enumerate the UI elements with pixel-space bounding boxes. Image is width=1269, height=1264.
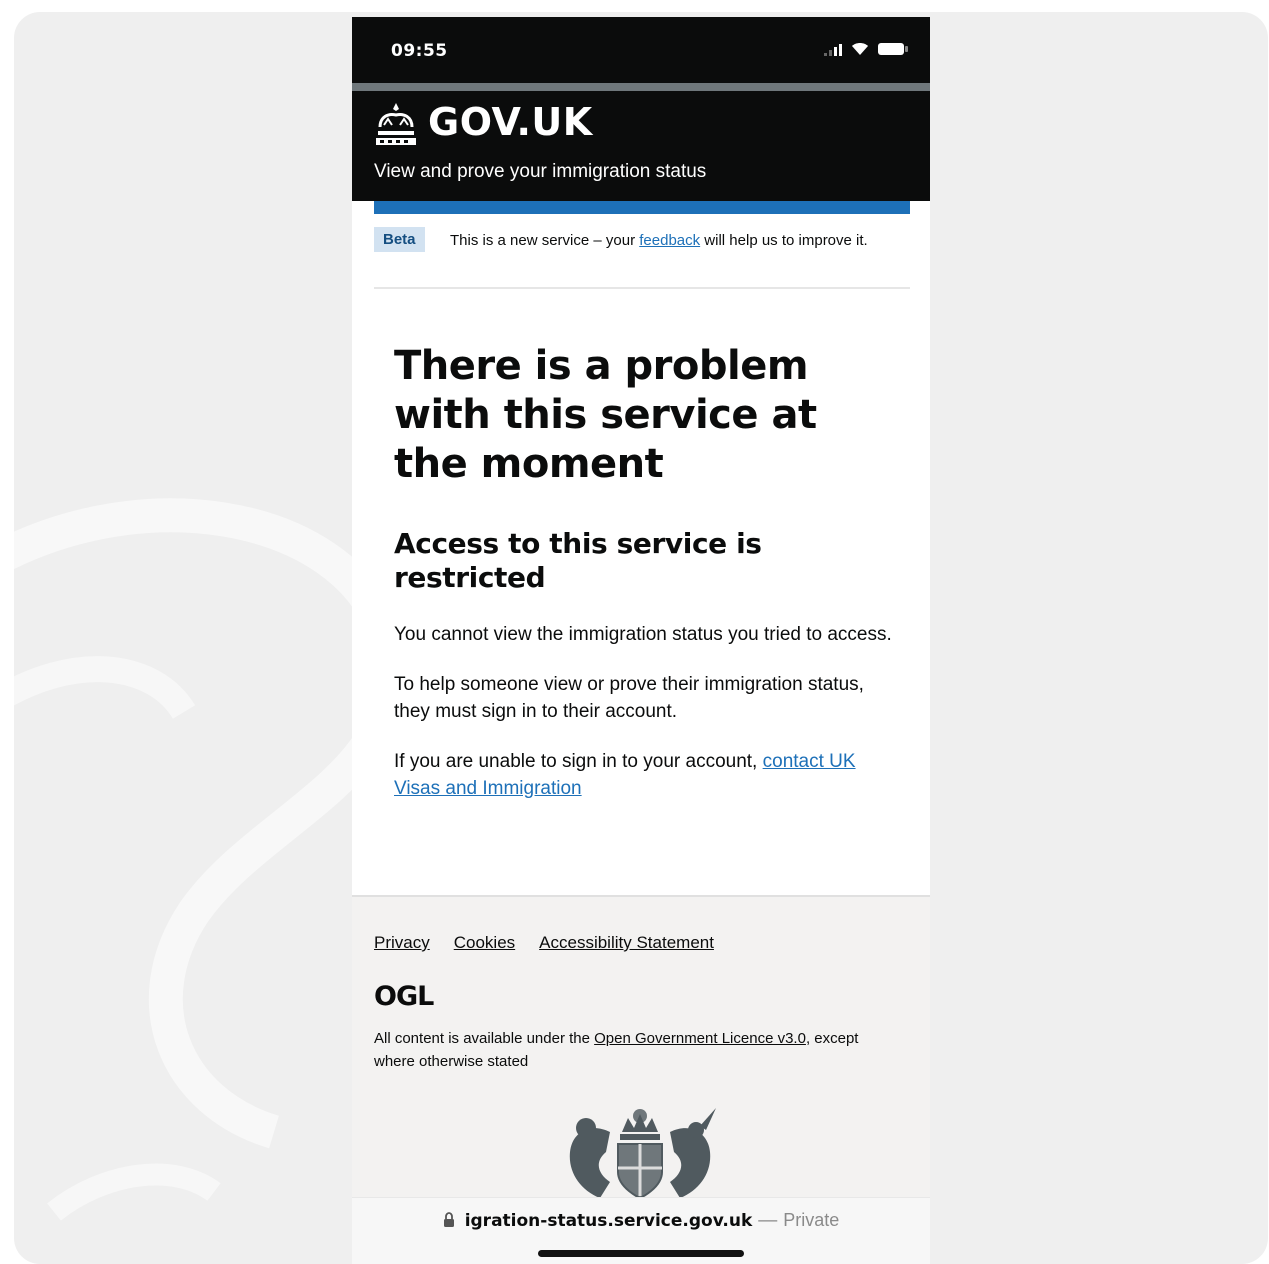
open-government-licence-link[interactable]: Open Government Licence v3.0	[594, 1030, 806, 1047]
header-top-border	[352, 83, 930, 91]
browser-url-bar[interactable]: igration-status.service.gov.uk — Private	[352, 1197, 930, 1264]
url-row: igration-status.service.gov.uk — Private	[352, 1210, 930, 1232]
beta-text-before: This is a new service – your	[450, 232, 640, 249]
home-indicator[interactable]	[538, 1250, 744, 1257]
ogl-logo: OGL	[374, 981, 434, 1012]
url-text: igration-status.service.gov.uk	[464, 1211, 753, 1231]
footer-link-privacy[interactable]: Privacy	[374, 933, 430, 953]
status-icons	[824, 42, 908, 56]
footer-links: Privacy Cookies Accessibility Statement	[374, 933, 714, 953]
page-title: There is a problem with this service at …	[394, 343, 817, 487]
body-paragraph-2: To help someone view or prove their immi…	[394, 674, 864, 722]
header-blue-underline	[374, 201, 910, 214]
footer-link-accessibility[interactable]: Accessibility Statement	[539, 933, 714, 953]
govuk-header: GOV.UK View and prove your immigration s…	[352, 91, 930, 201]
beta-banner-text: This is a new service – your feedback wi…	[450, 230, 900, 252]
status-bar: 09:55	[352, 17, 930, 83]
lock-icon	[443, 1212, 454, 1227]
royal-coat-of-arms-icon	[569, 1108, 716, 1200]
battery-icon	[878, 43, 908, 55]
signal-icon	[824, 44, 842, 56]
licence-text-before: All content is available under the	[374, 1030, 595, 1047]
body-paragraph-1: You cannot view the immigration status y…	[394, 624, 892, 645]
govuk-logo-link[interactable]: GOV.UK	[428, 100, 593, 144]
wifi-icon	[852, 43, 868, 55]
feedback-link[interactable]: feedback	[639, 232, 700, 249]
mobile-screen: 09:55 GOV.UK View and prove your immigra…	[352, 17, 930, 1264]
service-name-link[interactable]: View and prove your immigration status	[374, 161, 706, 183]
licence-text: All content is available under the Open …	[374, 1027, 884, 1073]
body-paragraph-3: If you are unable to sign in to your acc…	[394, 748, 894, 802]
para3-text: If you are unable to sign in to your acc…	[394, 751, 763, 772]
beta-tag: Beta	[374, 227, 425, 252]
sub-heading: Access to this service is restricted	[394, 527, 762, 594]
main-content: There is a problem with this service at …	[394, 342, 894, 802]
phase-banner: Beta This is a new service – your feedba…	[374, 227, 910, 289]
crown-icon	[376, 103, 416, 145]
footer-link-cookies[interactable]: Cookies	[454, 933, 515, 953]
private-mode-label: Private	[783, 1210, 840, 1230]
beta-text-after: will help us to improve it.	[700, 232, 868, 249]
url-separator: —	[758, 1210, 778, 1231]
status-time: 09:55	[391, 41, 448, 61]
